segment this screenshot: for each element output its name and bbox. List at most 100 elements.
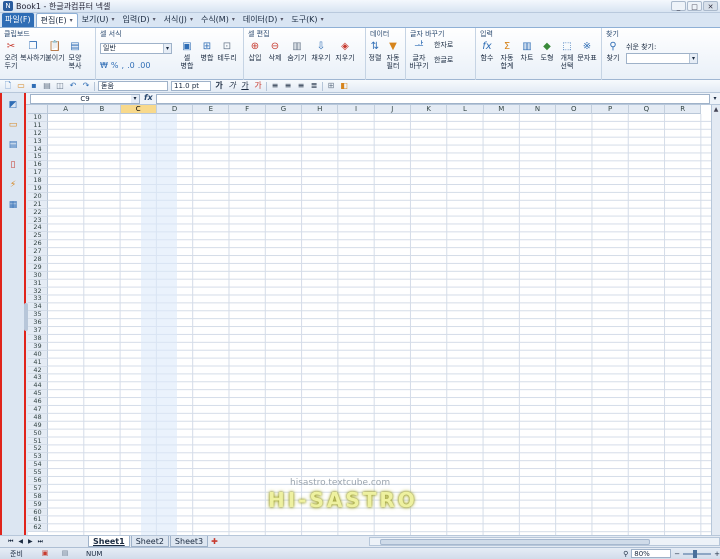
zoom-knob[interactable]	[693, 549, 698, 558]
formula-input[interactable]	[156, 94, 710, 104]
justify-icon[interactable]: ≣	[309, 81, 319, 91]
italic-icon[interactable]: 가	[227, 81, 237, 91]
macro-record-icon[interactable]: ▣	[40, 549, 50, 558]
prev-sheet-icon[interactable]: ◀	[18, 538, 23, 546]
next-sheet-icon[interactable]: ▶	[28, 538, 33, 546]
cut-button[interactable]: ✂ 오려 두기	[2, 40, 20, 70]
first-sheet-icon[interactable]: ⏮	[8, 538, 13, 546]
column-header-c[interactable]: C	[120, 105, 157, 114]
autofilter-button[interactable]: ▼ 자동 필터	[384, 40, 402, 70]
fx-icon[interactable]: fx	[144, 93, 153, 102]
print-icon[interactable]: ▤	[42, 81, 52, 91]
maximize-button[interactable]: □	[687, 1, 702, 11]
menu-data[interactable]: 데이터(D) ▾	[239, 13, 288, 27]
char-convert-button[interactable]: ᅶ 글자 바꾸기	[408, 40, 430, 70]
new-file-icon[interactable]: 🗋	[3, 81, 13, 91]
column-header-a[interactable]: A	[48, 105, 85, 114]
zoom-magnifier-icon[interactable]: ⚲	[623, 550, 628, 558]
hide-button[interactable]: ▥ 숨기기	[286, 40, 308, 62]
autosum-button[interactable]: Σ 자동 합계	[498, 40, 516, 70]
horizontal-scrollbar[interactable]	[369, 537, 720, 546]
menu-tools[interactable]: 도구(K) ▾	[287, 13, 327, 27]
menu-file[interactable]: 파일(F)	[2, 13, 34, 27]
lightning-icon[interactable]: ⚡	[7, 179, 19, 191]
sheet-tab-sheet2[interactable]: Sheet2	[130, 536, 169, 547]
column-header-d[interactable]: D	[156, 105, 194, 114]
menu-view[interactable]: 보기(U) ▾	[78, 13, 119, 27]
align-left-icon[interactable]: ≡	[270, 81, 280, 91]
currency-button[interactable]: ₩	[100, 61, 108, 70]
to-hanja-button[interactable]: 한자로	[434, 40, 453, 50]
minimize-button[interactable]: _	[671, 1, 686, 11]
menu-format[interactable]: 서식(J) ▾	[160, 13, 197, 27]
menu-formula[interactable]: 수식(M) ▾	[197, 13, 239, 27]
border-style-icon[interactable]: ⊞	[326, 81, 336, 91]
wrap-button[interactable]: ⊞ 병합	[198, 40, 216, 70]
scroll-thumb[interactable]	[380, 539, 650, 545]
merge-cell-button[interactable]: ▣ 셀 병합	[178, 40, 196, 70]
row-header[interactable]: 62	[28, 524, 48, 533]
page-layout-icon[interactable]: ▤	[60, 549, 70, 558]
column-header-k[interactable]: K	[410, 105, 448, 114]
object-select-button[interactable]: ⬚ 개체 선택	[558, 40, 576, 70]
column-header-q[interactable]: Q	[628, 105, 666, 114]
sort-button[interactable]: ⇅ 정렬	[368, 40, 382, 70]
font-color-icon[interactable]: 가	[253, 81, 263, 91]
column-header-j[interactable]: J	[374, 105, 411, 114]
column-header-i[interactable]: I	[338, 105, 375, 114]
document-icon[interactable]: ▤	[7, 139, 19, 151]
scroll-up-icon[interactable]: ▲	[712, 105, 720, 114]
paste-button[interactable]: 📋 붙이기	[45, 40, 64, 70]
zoom-in-icon[interactable]: +	[714, 550, 720, 558]
fill-button[interactable]: ⇩ 채우기	[310, 40, 332, 62]
delete-button[interactable]: ⊖ 삭제	[266, 40, 284, 62]
to-hangul-button[interactable]: 한글로	[434, 55, 453, 65]
easy-find-input[interactable]: ▾	[626, 53, 698, 64]
comma-button[interactable]: ,	[122, 61, 125, 70]
sheet-tab-sheet1[interactable]: Sheet1	[88, 536, 130, 547]
column-header-b[interactable]: B	[84, 105, 121, 114]
column-header-l[interactable]: L	[447, 105, 484, 114]
function-button[interactable]: fx 함수	[478, 40, 496, 70]
last-sheet-icon[interactable]: ⏭	[38, 538, 43, 546]
open-folder-icon[interactable]: ▭	[16, 81, 26, 91]
sheet-tab-sheet3[interactable]: Sheet3	[169, 536, 209, 547]
font-size-select[interactable]: 11.0 pt	[171, 81, 211, 91]
task-pane-icon[interactable]: ◩	[7, 99, 19, 111]
find-button[interactable]: ⚲ 찾기	[604, 40, 622, 62]
border-button[interactable]: ⊡ 테두리	[217, 40, 236, 70]
decimal-decrease-button[interactable]: .00	[138, 61, 151, 70]
name-box[interactable]: C9 ▾	[30, 94, 140, 104]
zoom-select[interactable]: 80%	[631, 549, 672, 558]
column-header-r[interactable]: R	[665, 105, 702, 114]
book-icon[interactable]: ▯	[7, 159, 19, 171]
folder-icon[interactable]: ▭	[7, 119, 19, 131]
column-header-p[interactable]: P	[592, 105, 629, 114]
bold-icon[interactable]: 가	[214, 81, 224, 91]
column-header-g[interactable]: G	[265, 105, 303, 114]
undo-icon[interactable]: ↶	[68, 81, 78, 91]
save-icon[interactable]: ▪	[29, 81, 39, 91]
copy-button[interactable]: ❐ 복사하기	[20, 40, 46, 70]
symbol-table-button[interactable]: ※ 문자표	[577, 40, 596, 70]
add-sheet-icon[interactable]: ✚	[211, 537, 218, 546]
percent-button[interactable]: %	[111, 61, 119, 70]
column-header-m[interactable]: M	[483, 105, 520, 114]
preview-icon[interactable]: ◫	[55, 81, 65, 91]
erase-button[interactable]: ◈ 지우기	[334, 40, 356, 62]
shape-button[interactable]: ◆ 도형	[538, 40, 556, 70]
zoom-out-icon[interactable]: −	[674, 550, 680, 558]
align-right-icon[interactable]: ≡	[296, 81, 306, 91]
column-header-f[interactable]: F	[229, 105, 266, 114]
cell-area[interactable]	[48, 114, 711, 535]
decimal-increase-button[interactable]: .0	[127, 61, 135, 70]
column-header-h[interactable]: H	[302, 105, 339, 114]
font-select[interactable]: 돋움	[98, 81, 168, 91]
clipboard-list-icon[interactable]: ▦	[7, 199, 19, 211]
zoom-slider[interactable]	[683, 549, 712, 558]
insert-button[interactable]: ⊕ 삽입	[246, 40, 264, 62]
menu-insert[interactable]: 입력(D) ▾	[118, 13, 159, 27]
menu-edit[interactable]: 편집(E) ▾	[35, 13, 78, 27]
redo-icon[interactable]: ↷	[81, 81, 91, 91]
column-header-e[interactable]: E	[193, 105, 230, 114]
